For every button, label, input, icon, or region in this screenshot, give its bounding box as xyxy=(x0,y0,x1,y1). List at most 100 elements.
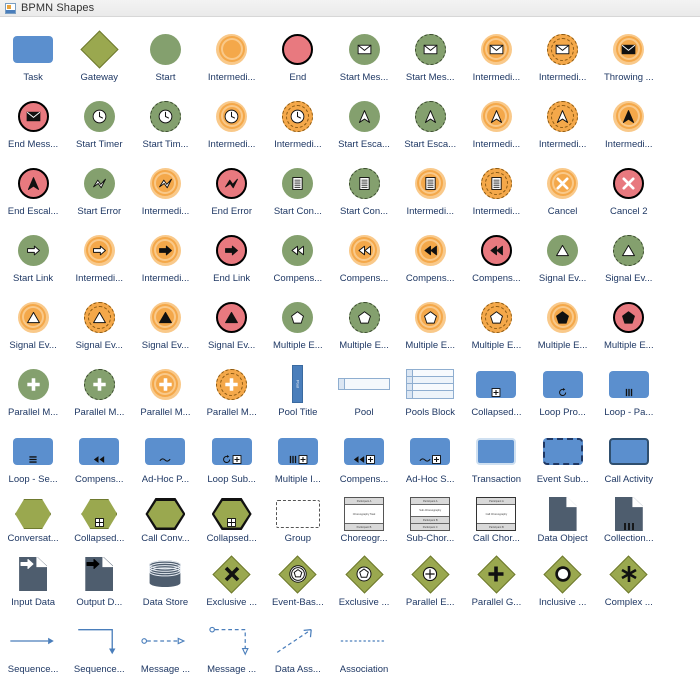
shape-item-pool-title[interactable]: Pool Pool Title xyxy=(265,358,331,425)
shape-item-multiple-e[interactable]: Multiple E... xyxy=(265,291,331,358)
shape-item-intermedi[interactable]: Intermedi... xyxy=(596,90,662,157)
shape-item-parallel-g[interactable]: Parallel G... xyxy=(463,548,529,615)
shape-item-compens[interactable]: Compens... xyxy=(397,224,463,291)
shape-item-intermedi[interactable]: Intermedi... xyxy=(530,23,596,90)
shape-item-data-object[interactable]: Data Object xyxy=(530,492,596,548)
shape-item-signal-ev[interactable]: Signal Ev... xyxy=(66,291,132,358)
shape-item-multiple-e[interactable]: Multiple E... xyxy=(331,291,397,358)
shape-item-intermedi[interactable]: Intermedi... xyxy=(463,23,529,90)
shape-item-event-bas[interactable]: Event-Bas... xyxy=(265,548,331,615)
shape-item-inclusive[interactable]: Inclusive ... xyxy=(530,548,596,615)
shape-item-start-timer[interactable]: Start Timer xyxy=(66,90,132,157)
shape-item-signal-ev[interactable]: Signal Ev... xyxy=(0,291,66,358)
shape-item-start-tim[interactable]: Start Tim... xyxy=(132,90,198,157)
shape-item-intermedi[interactable]: Intermedi... xyxy=(397,157,463,224)
shape-item-compens[interactable]: Compens... xyxy=(331,224,397,291)
shape-item-gateway[interactable]: Gateway xyxy=(66,23,132,90)
shape-item-exclusive[interactable]: Exclusive ... xyxy=(199,548,265,615)
shape-item-sub-chor[interactable]: Participant A Sub-Choreography Participant… xyxy=(397,492,463,548)
shape-item-intermedi[interactable]: Intermedi... xyxy=(132,157,198,224)
shape-item-transaction[interactable]: Transaction xyxy=(463,425,529,492)
shape-item-complex[interactable]: Complex ... xyxy=(596,548,662,615)
shape-item-group[interactable]: Group xyxy=(265,492,331,548)
shape-item-intermedi[interactable]: Intermedi... xyxy=(530,90,596,157)
shape-item-start-esca[interactable]: Start Esca... xyxy=(331,90,397,157)
shape-item-start-error[interactable]: Start Error xyxy=(66,157,132,224)
shape-item-call-activity[interactable]: Call Activity xyxy=(596,425,662,492)
shape-item-data-store[interactable]: Data Store xyxy=(132,548,198,615)
shape-item-compens[interactable]: Compens... xyxy=(265,224,331,291)
shape-item-multiple-e[interactable]: Multiple E... xyxy=(397,291,463,358)
shape-label: Start Mes... xyxy=(339,72,389,83)
shape-item-compens[interactable]: Compens... xyxy=(463,224,529,291)
shape-item-collapsed[interactable]: Collapsed... xyxy=(66,492,132,548)
shape-item-end[interactable]: End xyxy=(265,23,331,90)
shape-item-collection[interactable]: Collection... xyxy=(596,492,662,548)
shape-item-intermedi[interactable]: Intermedi... xyxy=(199,23,265,90)
shape-item-cancel[interactable]: Cancel xyxy=(530,157,596,224)
shape-item-signal-ev[interactable]: Signal Ev... xyxy=(199,291,265,358)
shape-item-signal-ev[interactable]: Signal Ev... xyxy=(596,224,662,291)
shape-item-signal-ev[interactable]: Signal Ev... xyxy=(132,291,198,358)
shape-item-event-sub[interactable]: Event Sub... xyxy=(530,425,596,492)
shape-item-loop-sub[interactable]: Loop Sub... xyxy=(199,425,265,492)
shape-item-association[interactable]: Association xyxy=(331,615,397,682)
shape-item-multiple-e[interactable]: Multiple E... xyxy=(463,291,529,358)
shape-item-loop-pa[interactable]: Loop - Pa... xyxy=(596,358,662,425)
shape-item-parallel-m[interactable]: Parallel M... xyxy=(66,358,132,425)
shape-glyph xyxy=(332,552,396,596)
shape-item-ad-hoc-p[interactable]: Ad-Hoc P... xyxy=(132,425,198,492)
shape-item-multiple-e[interactable]: Multiple E... xyxy=(596,291,662,358)
shape-item-start-mes[interactable]: Start Mes... xyxy=(331,23,397,90)
shape-item-pool[interactable]: Pool xyxy=(331,358,397,425)
shape-item-intermedi[interactable]: Intermedi... xyxy=(199,90,265,157)
shape-item-start-con[interactable]: Start Con... xyxy=(265,157,331,224)
shape-item-parallel-e[interactable]: Parallel E... xyxy=(397,548,463,615)
shape-item-intermedi[interactable]: Intermedi... xyxy=(265,90,331,157)
shape-item-multiple-i[interactable]: Multiple I... xyxy=(265,425,331,492)
shape-item-intermedi[interactable]: Intermedi... xyxy=(132,224,198,291)
shape-item-data-ass[interactable]: Data Ass... xyxy=(265,615,331,682)
shape-item-compens[interactable]: Compens... xyxy=(66,425,132,492)
shape-item-intermedi[interactable]: Intermedi... xyxy=(463,90,529,157)
shape-item-ad-hoc-s[interactable]: Ad-Hoc S... xyxy=(397,425,463,492)
shape-item-message[interactable]: Message ... xyxy=(199,615,265,682)
shape-item-conversat[interactable]: Conversat... xyxy=(0,492,66,548)
shape-item-loop-se[interactable]: Loop - Se... xyxy=(0,425,66,492)
shape-glyph xyxy=(531,228,595,272)
shape-item-intermedi[interactable]: Intermedi... xyxy=(463,157,529,224)
shape-item-parallel-m[interactable]: Parallel M... xyxy=(0,358,66,425)
shape-item-end-escal[interactable]: End Escal... xyxy=(0,157,66,224)
shape-item-end-error[interactable]: End Error xyxy=(199,157,265,224)
shape-item-choreogr[interactable]: Participant A Choreography Task Participan… xyxy=(331,492,397,548)
shape-item-compens[interactable]: Compens... xyxy=(331,425,397,492)
shape-item-sequence[interactable]: Sequence... xyxy=(66,615,132,682)
shape-item-signal-ev[interactable]: Signal Ev... xyxy=(530,224,596,291)
shape-item-start-mes[interactable]: Start Mes... xyxy=(397,23,463,90)
shape-item-collapsed[interactable]: Collapsed... xyxy=(463,358,529,425)
shape-item-call-conv[interactable]: Call Conv... xyxy=(132,492,198,548)
shape-item-input-data[interactable]: Input Data xyxy=(0,548,66,615)
shape-item-sequence[interactable]: Sequence... xyxy=(0,615,66,682)
shape-item-cancel-2[interactable]: Cancel 2 xyxy=(596,157,662,224)
shape-item-call-chor[interactable]: Participant A Call Choreography Participan… xyxy=(463,492,529,548)
shape-item-loop-pro[interactable]: Loop Pro... xyxy=(530,358,596,425)
shape-item-message[interactable]: Message ... xyxy=(132,615,198,682)
shape-item-parallel-m[interactable]: Parallel M... xyxy=(132,358,198,425)
shape-item-intermedi[interactable]: Intermedi... xyxy=(66,224,132,291)
shape-item-throwing[interactable]: Throwing ... xyxy=(596,23,662,90)
shape-item-start-con[interactable]: Start Con... xyxy=(331,157,397,224)
shape-item-task[interactable]: Task xyxy=(0,23,66,90)
shape-item-exclusive[interactable]: Exclusive ... xyxy=(331,548,397,615)
shape-item-multiple-e[interactable]: Multiple E... xyxy=(530,291,596,358)
shape-item-start-link[interactable]: Start Link xyxy=(0,224,66,291)
shape-item-end-mess[interactable]: End Mess... xyxy=(0,90,66,157)
shape-item-collapsed[interactable]: Collapsed... xyxy=(199,492,265,548)
shape-item-pools-block[interactable]: Pools Block xyxy=(397,358,463,425)
shape-item-start-esca[interactable]: Start Esca... xyxy=(397,90,463,157)
shape-item-output-d[interactable]: Output D... xyxy=(66,548,132,615)
shape-item-end-link[interactable]: End Link xyxy=(199,224,265,291)
shape-item-parallel-m[interactable]: Parallel M... xyxy=(199,358,265,425)
shape-glyph xyxy=(67,362,131,406)
shape-item-start[interactable]: Start xyxy=(132,23,198,90)
